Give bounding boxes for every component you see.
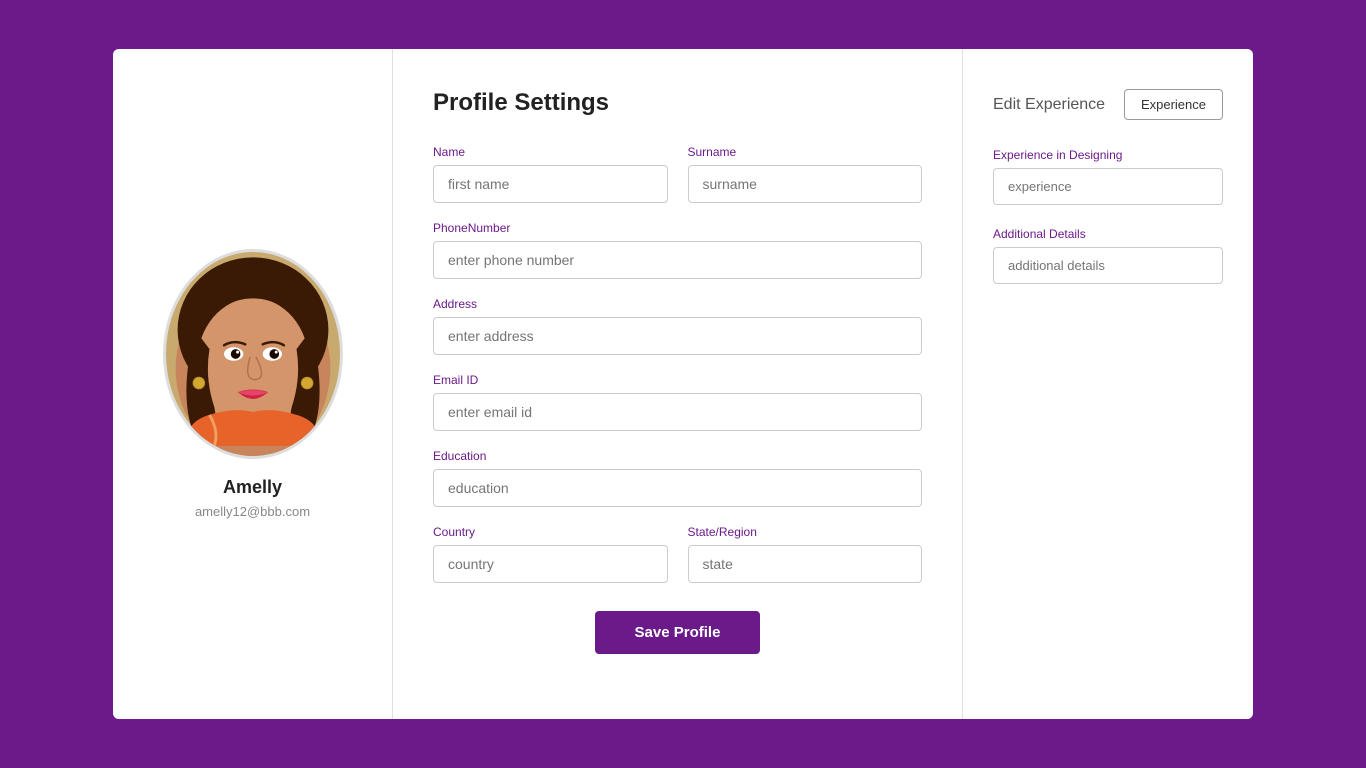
user-name: Amelly — [223, 477, 282, 498]
user-email: amelly12@bbb.com — [195, 504, 310, 519]
name-label: Name — [433, 145, 668, 159]
additional-label: Additional Details — [993, 227, 1223, 241]
country-input[interactable] — [433, 545, 668, 583]
address-label: Address — [433, 297, 922, 311]
phone-row: PhoneNumber — [433, 221, 922, 279]
email-label: Email ID — [433, 373, 922, 387]
education-label: Education — [433, 449, 922, 463]
name-row: Name Surname — [433, 145, 922, 203]
avatar — [163, 249, 343, 459]
surname-label: Surname — [688, 145, 923, 159]
main-card: Amelly amelly12@bbb.com Profile Settings… — [113, 49, 1253, 719]
email-group: Email ID — [433, 373, 922, 431]
right-panel: Edit Experience Experience Experience in… — [963, 49, 1253, 719]
right-header: Edit Experience Experience — [993, 89, 1223, 120]
education-group: Education — [433, 449, 922, 507]
state-input[interactable] — [688, 545, 923, 583]
additional-input[interactable] — [993, 247, 1223, 284]
country-label: Country — [433, 525, 668, 539]
surname-group: Surname — [688, 145, 923, 203]
experience-button[interactable]: Experience — [1124, 89, 1223, 120]
save-button[interactable]: Save Profile — [595, 611, 761, 654]
email-input[interactable] — [433, 393, 922, 431]
experience-label: Experience in Designing — [993, 148, 1223, 162]
location-row: Country State/Region — [433, 525, 922, 583]
experience-input[interactable] — [993, 168, 1223, 205]
state-label: State/Region — [688, 525, 923, 539]
edit-experience-title: Edit Experience — [993, 96, 1105, 114]
address-row: Address — [433, 297, 922, 355]
page-title: Profile Settings — [433, 89, 922, 117]
experience-group: Experience in Designing — [993, 148, 1223, 205]
phone-label: PhoneNumber — [433, 221, 922, 235]
first-name-input[interactable] — [433, 165, 668, 203]
phone-input[interactable] — [433, 241, 922, 279]
phone-group: PhoneNumber — [433, 221, 922, 279]
name-group: Name — [433, 145, 668, 203]
left-panel: Amelly amelly12@bbb.com — [113, 49, 393, 719]
education-input[interactable] — [433, 469, 922, 507]
address-input[interactable] — [433, 317, 922, 355]
address-group: Address — [433, 297, 922, 355]
email-row: Email ID — [433, 373, 922, 431]
middle-panel: Profile Settings Name Surname PhoneNumbe… — [393, 49, 963, 719]
education-row: Education — [433, 449, 922, 507]
country-group: Country — [433, 525, 668, 583]
state-group: State/Region — [688, 525, 923, 583]
additional-group: Additional Details — [993, 227, 1223, 284]
surname-input[interactable] — [688, 165, 923, 203]
